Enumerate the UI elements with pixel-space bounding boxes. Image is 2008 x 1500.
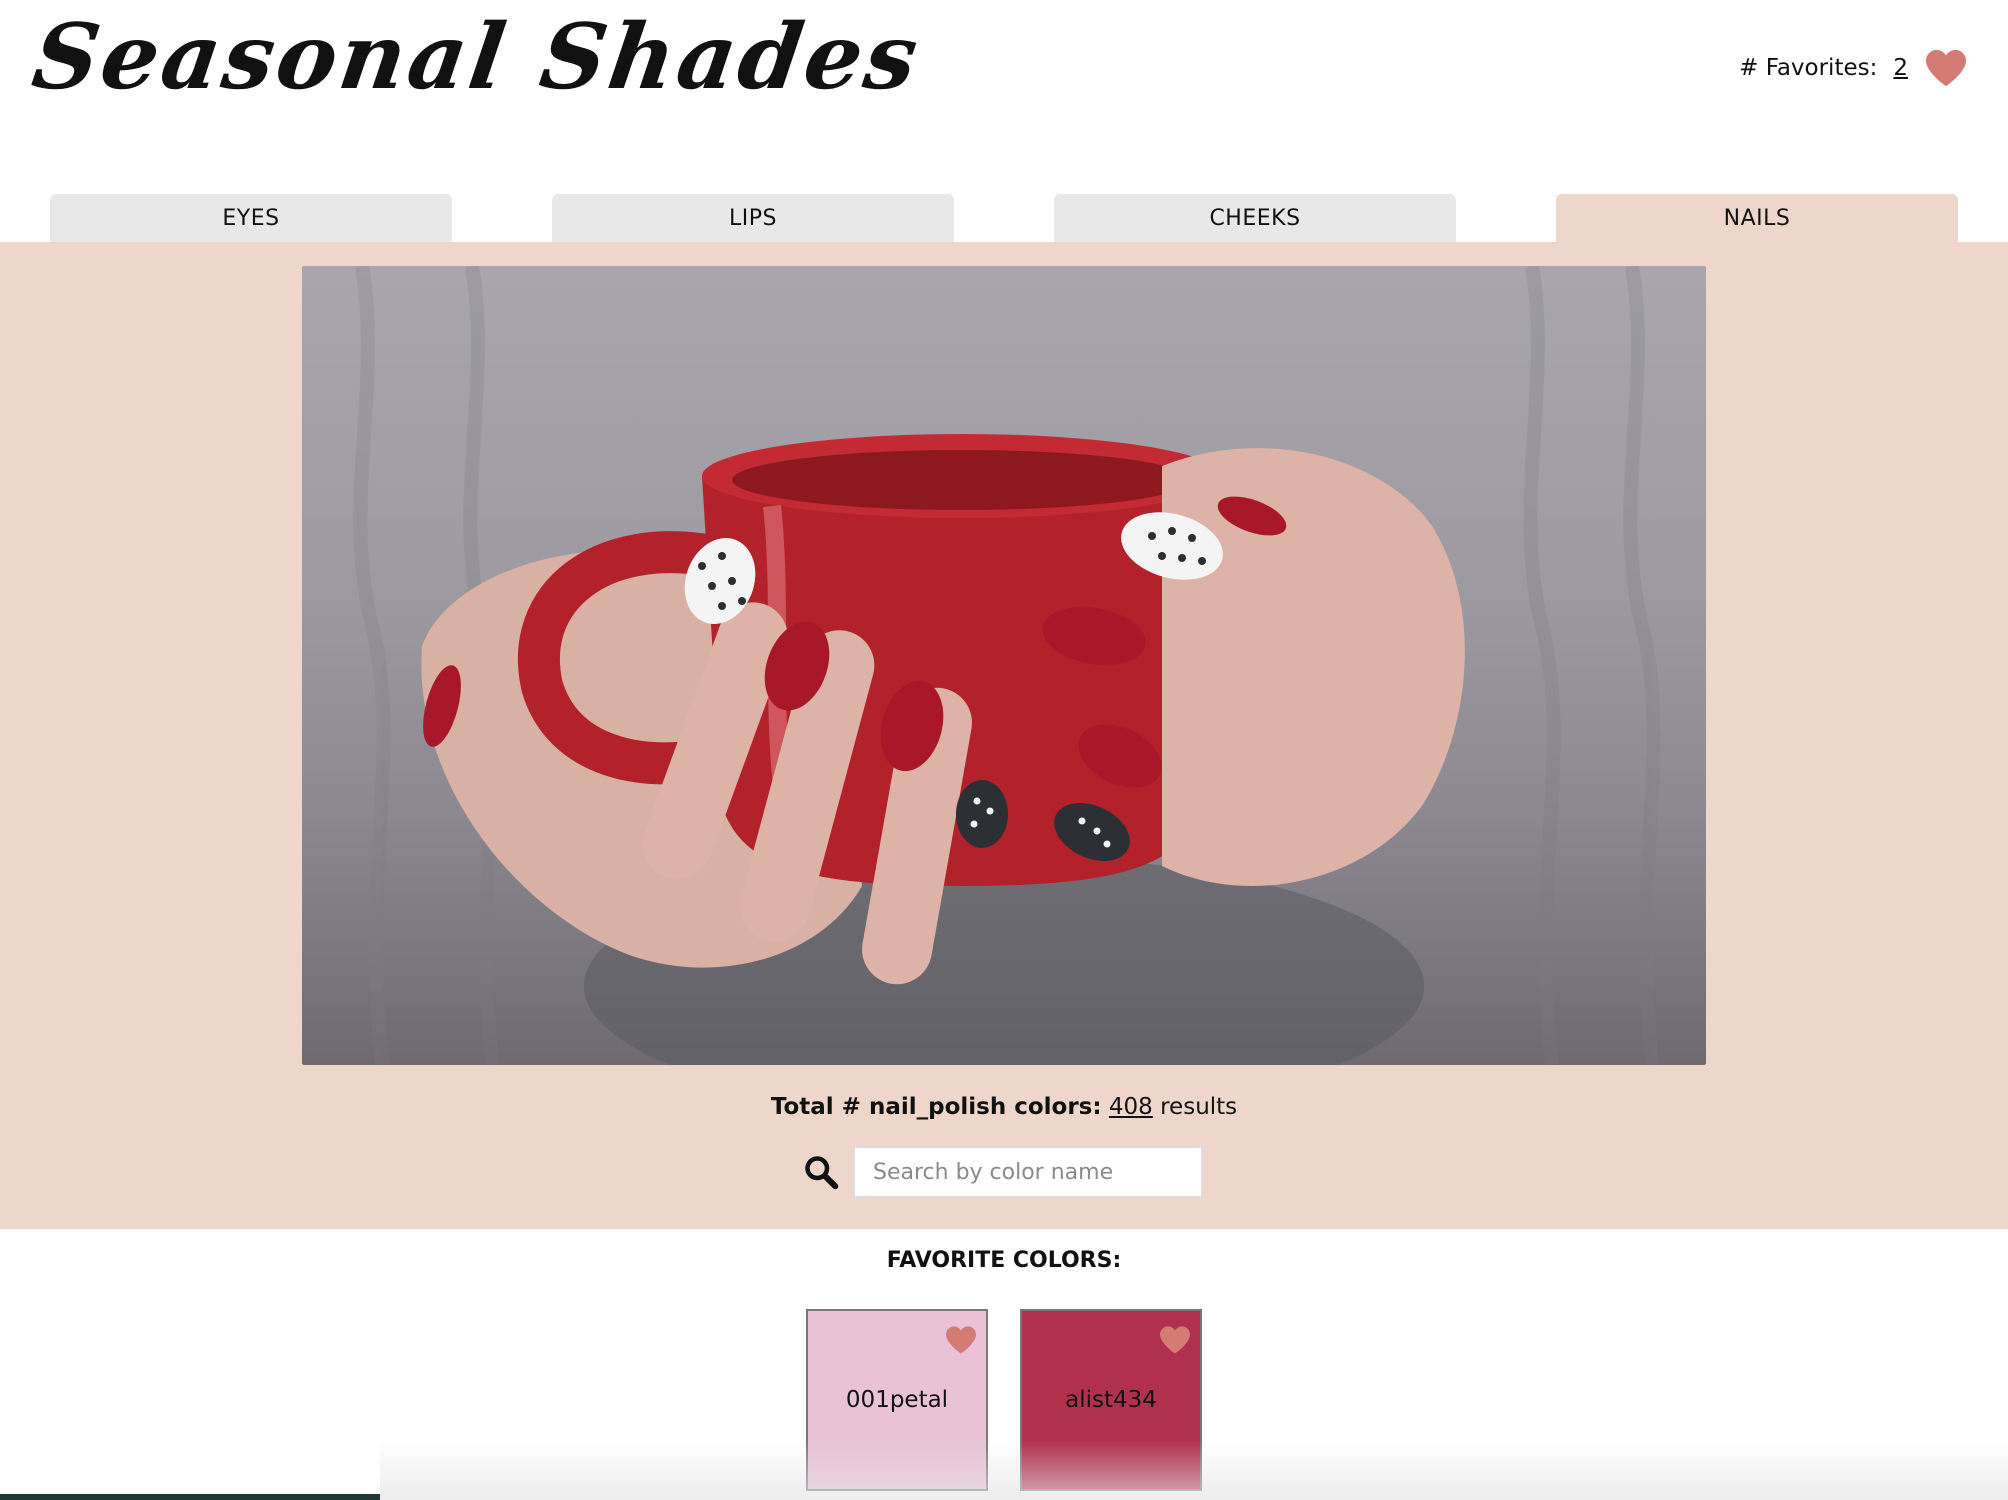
- heart-icon[interactable]: [944, 1325, 978, 1355]
- total-suffix: results: [1160, 1094, 1238, 1120]
- favorites-label: # Favorites:: [1739, 55, 1878, 81]
- site-logo[interactable]: Seasonal Shades: [27, 4, 927, 110]
- tab-nails[interactable]: NAILS: [1556, 194, 1958, 242]
- header: Seasonal Shades # Favorites: 2 EYES LIPS…: [0, 0, 2008, 242]
- search-icon[interactable]: [803, 1154, 839, 1190]
- total-count-link[interactable]: 408: [1109, 1094, 1153, 1120]
- tab-lips[interactable]: LIPS: [552, 194, 954, 242]
- window-edge: [0, 1494, 380, 1500]
- favorite-swatch-001petal[interactable]: 001petal: [806, 1309, 988, 1491]
- search-bar: [803, 1146, 1203, 1198]
- heart-icon[interactable]: [1924, 48, 1968, 88]
- tab-eyes[interactable]: EYES: [50, 194, 452, 242]
- search-input[interactable]: [853, 1146, 1203, 1198]
- hero-image: [302, 266, 1706, 1065]
- favorites-counter: # Favorites: 2: [1739, 48, 1968, 88]
- nails-panel: Total # nail_polish colors: 408 results: [0, 242, 2008, 1229]
- heart-icon[interactable]: [1158, 1325, 1192, 1355]
- swatch-name: 001petal: [845, 1387, 949, 1413]
- total-results: Total # nail_polish colors: 408 results: [0, 1094, 2008, 1120]
- favorites-count-link[interactable]: 2: [1893, 55, 1908, 81]
- swatch-name: alist434: [1065, 1387, 1157, 1413]
- category-tabs: EYES LIPS CHEEKS NAILS: [0, 194, 2008, 242]
- favorite-colors-title: FAVORITE COLORS:: [886, 1248, 1122, 1273]
- tab-cheeks[interactable]: CHEEKS: [1054, 194, 1456, 242]
- favorite-swatch-alist434[interactable]: alist434: [1020, 1309, 1202, 1491]
- total-label: Total # nail_polish colors:: [770, 1094, 1102, 1120]
